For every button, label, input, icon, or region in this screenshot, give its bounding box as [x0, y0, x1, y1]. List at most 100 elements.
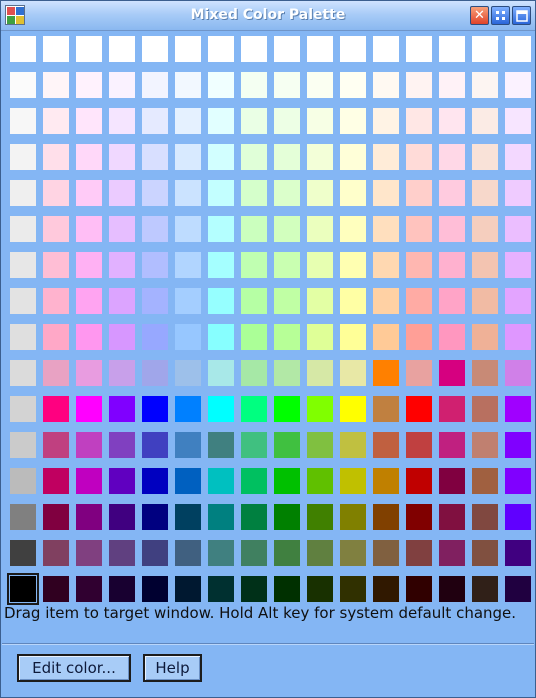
color-swatch[interactable] [472, 288, 498, 314]
color-swatch[interactable] [340, 72, 366, 98]
color-swatch[interactable] [109, 576, 135, 602]
color-swatch[interactable] [10, 324, 36, 350]
color-swatch[interactable] [406, 396, 432, 422]
color-swatch[interactable] [340, 288, 366, 314]
color-swatch[interactable] [307, 432, 333, 458]
color-swatch[interactable] [43, 108, 69, 134]
color-swatch[interactable] [406, 72, 432, 98]
color-swatch[interactable] [208, 108, 234, 134]
color-swatch[interactable] [340, 180, 366, 206]
color-swatch[interactable] [340, 216, 366, 242]
color-swatch[interactable] [373, 432, 399, 458]
color-swatch[interactable] [10, 504, 36, 530]
color-swatch[interactable] [241, 540, 267, 566]
color-swatch[interactable] [43, 360, 69, 386]
color-swatch[interactable] [76, 144, 102, 170]
color-swatch[interactable] [241, 324, 267, 350]
color-swatch[interactable] [307, 540, 333, 566]
color-swatch[interactable] [307, 72, 333, 98]
color-swatch[interactable] [505, 216, 531, 242]
color-swatch[interactable] [373, 396, 399, 422]
color-swatch[interactable] [208, 144, 234, 170]
color-swatch[interactable] [175, 324, 201, 350]
color-swatch[interactable] [208, 288, 234, 314]
color-swatch[interactable] [109, 396, 135, 422]
color-swatch[interactable] [340, 108, 366, 134]
color-swatch[interactable] [142, 180, 168, 206]
color-swatch[interactable] [439, 288, 465, 314]
color-swatch[interactable] [406, 468, 432, 494]
color-swatch[interactable] [43, 396, 69, 422]
color-swatch[interactable] [307, 504, 333, 530]
color-swatch[interactable] [340, 468, 366, 494]
color-swatch[interactable] [10, 396, 36, 422]
color-swatch[interactable] [472, 144, 498, 170]
color-swatch[interactable] [76, 432, 102, 458]
color-swatch[interactable] [142, 432, 168, 458]
color-swatch[interactable] [142, 504, 168, 530]
color-swatch[interactable] [142, 396, 168, 422]
color-swatch[interactable] [472, 576, 498, 602]
color-swatch[interactable] [241, 288, 267, 314]
color-swatch[interactable] [208, 180, 234, 206]
color-swatch[interactable] [76, 180, 102, 206]
color-swatch[interactable] [43, 432, 69, 458]
color-swatch[interactable] [76, 360, 102, 386]
color-swatch[interactable] [373, 576, 399, 602]
color-swatch[interactable] [307, 216, 333, 242]
color-swatch[interactable] [505, 504, 531, 530]
edit-color-button[interactable]: Edit color... [17, 654, 131, 682]
color-swatch[interactable] [274, 288, 300, 314]
color-swatch[interactable] [439, 468, 465, 494]
color-swatch[interactable] [175, 432, 201, 458]
color-swatch[interactable] [175, 468, 201, 494]
color-swatch[interactable] [439, 144, 465, 170]
color-swatch[interactable] [10, 252, 36, 278]
color-swatch[interactable] [307, 36, 333, 62]
color-swatch[interactable] [208, 540, 234, 566]
color-swatch[interactable] [142, 324, 168, 350]
color-swatch[interactable] [439, 396, 465, 422]
color-swatch[interactable] [307, 108, 333, 134]
color-swatch[interactable] [340, 432, 366, 458]
color-swatch[interactable] [43, 468, 69, 494]
color-swatch[interactable] [373, 36, 399, 62]
color-swatch[interactable] [10, 36, 36, 62]
color-swatch[interactable] [10, 360, 36, 386]
color-swatch[interactable] [208, 216, 234, 242]
color-swatch[interactable] [340, 324, 366, 350]
color-swatch[interactable] [208, 36, 234, 62]
color-swatch[interactable] [439, 432, 465, 458]
color-swatch[interactable] [439, 360, 465, 386]
color-swatch[interactable] [274, 180, 300, 206]
color-swatch[interactable] [208, 576, 234, 602]
color-swatch[interactable] [142, 72, 168, 98]
color-swatch[interactable] [340, 540, 366, 566]
color-swatch[interactable] [175, 108, 201, 134]
color-swatch[interactable] [373, 144, 399, 170]
color-swatch[interactable] [274, 540, 300, 566]
color-swatch[interactable] [109, 72, 135, 98]
color-swatch[interactable] [505, 252, 531, 278]
color-swatch[interactable] [274, 432, 300, 458]
color-swatch[interactable] [241, 108, 267, 134]
color-swatch[interactable] [472, 36, 498, 62]
color-swatch[interactable] [241, 252, 267, 278]
color-swatch[interactable] [505, 576, 531, 602]
color-swatch[interactable] [505, 468, 531, 494]
color-swatch[interactable] [307, 288, 333, 314]
color-swatch[interactable] [10, 144, 36, 170]
color-swatch[interactable] [439, 540, 465, 566]
color-swatch[interactable] [10, 540, 36, 566]
color-swatch[interactable] [439, 36, 465, 62]
color-swatch[interactable] [472, 468, 498, 494]
color-swatch[interactable] [373, 504, 399, 530]
color-swatch[interactable] [76, 576, 102, 602]
color-swatch[interactable] [274, 576, 300, 602]
color-swatch[interactable] [175, 540, 201, 566]
color-swatch[interactable] [175, 288, 201, 314]
color-swatch[interactable] [307, 180, 333, 206]
color-swatch[interactable] [43, 36, 69, 62]
color-swatch[interactable] [142, 216, 168, 242]
color-swatch[interactable] [175, 252, 201, 278]
